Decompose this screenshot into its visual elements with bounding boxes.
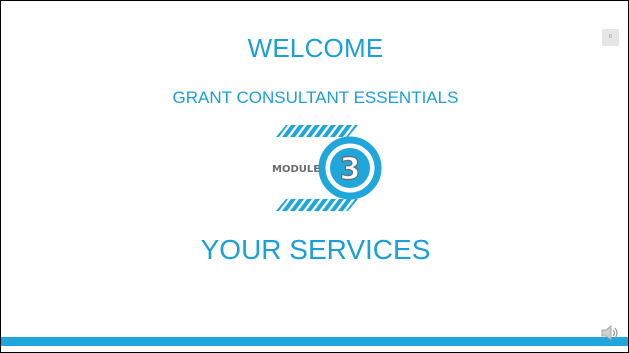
speaker-icon[interactable]: [600, 324, 620, 342]
course-subtitle: GRANT CONSULTANT ESSENTIALS: [172, 88, 459, 107]
section-title: YOUR SERVICES: [200, 234, 431, 265]
module-word: MODULE: [272, 164, 320, 175]
slide: 6 WELCOME GRANT CONSULTANT ESSENTIALS MO…: [0, 0, 629, 353]
welcome-title: WELCOME: [247, 33, 384, 63]
module-numeral: 3: [340, 152, 361, 187]
bottom-accent-bar: [1, 337, 628, 346]
module-3-badge-icon: MODULE 3: [272, 125, 382, 211]
